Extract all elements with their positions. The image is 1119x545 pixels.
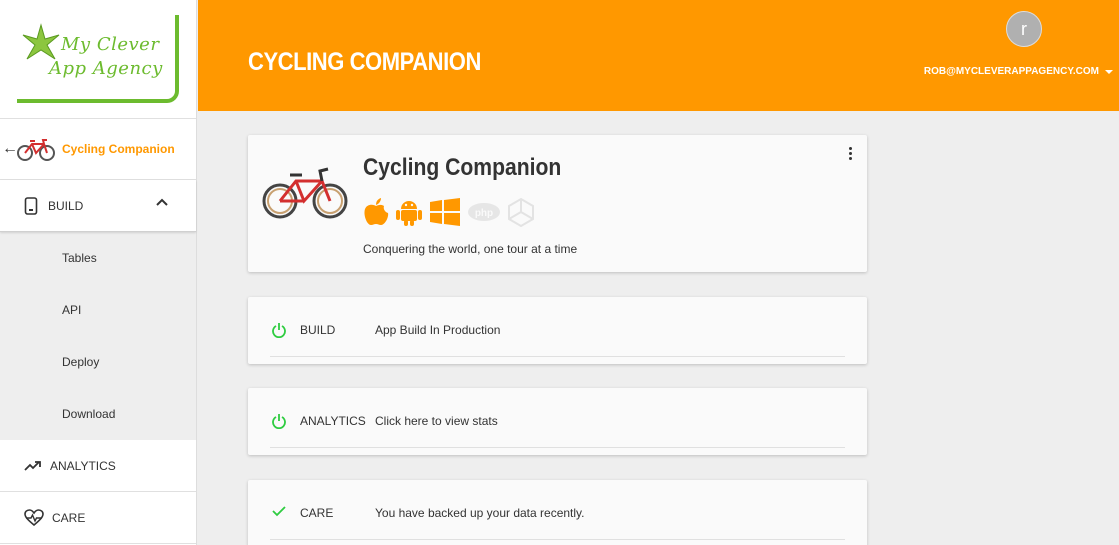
bicycle-icon	[17, 139, 55, 161]
submenu-item-api[interactable]: API	[0, 284, 196, 336]
logo-area: My Clever App Agency	[0, 0, 196, 119]
phone-icon	[24, 196, 38, 215]
nav-care-label: CARE	[52, 510, 86, 525]
platform-icons: php	[363, 197, 535, 227]
current-app-name: Cycling Companion	[62, 142, 175, 156]
check-icon	[272, 506, 286, 517]
caret-down-icon	[1105, 69, 1113, 74]
php-icon: php	[468, 203, 500, 221]
agency-logo[interactable]: My Clever App Agency	[17, 15, 179, 103]
top-header: CYCLING COMPANION r ROB@MYCLEVERAPPAGENC…	[198, 0, 1119, 111]
build-submenu: Tables API Deploy Download	[0, 232, 196, 440]
apple-icon	[364, 198, 389, 225]
power-icon	[272, 414, 286, 429]
submenu-item-deploy[interactable]: Deploy	[0, 336, 196, 388]
unity-icon	[508, 197, 534, 227]
android-icon	[396, 201, 422, 226]
status-value: App Build In Production	[375, 323, 501, 337]
user-menu[interactable]: ROB@MYCLEVERAPPAGENCY.COM	[924, 66, 1113, 77]
nav-build[interactable]: BUILD	[0, 180, 196, 232]
logo-line-2: App Agency	[49, 58, 163, 79]
windows-icon	[430, 198, 460, 226]
app-tagline: Conquering the world, one tour at a time	[363, 242, 578, 256]
divider	[270, 447, 845, 448]
svg-text:php: php	[475, 208, 493, 219]
app-info-card: Cycling Companion php Conquering the wor…	[248, 135, 867, 272]
submenu-item-download[interactable]: Download	[0, 388, 196, 440]
nav-analytics[interactable]: ANALYTICS	[0, 440, 196, 492]
sidebar: My Clever App Agency ← Cycling Companion…	[0, 0, 197, 545]
logo-text: My Clever App Agency	[49, 33, 163, 81]
divider	[270, 356, 845, 357]
nav-build-label: BUILD	[48, 198, 84, 213]
bicycle-icon	[262, 167, 348, 219]
status-card-analytics[interactable]: ANALYTICS Click here to view stats	[248, 388, 867, 455]
status-card-care[interactable]: CARE You have backed up your data recent…	[248, 480, 867, 545]
status-value: You have backed up your data recently.	[375, 506, 585, 520]
heart-pulse-icon	[24, 508, 44, 526]
avatar[interactable]: r	[1006, 11, 1042, 47]
back-arrow-icon[interactable]: ←	[2, 140, 18, 158]
app-title: Cycling Companion	[363, 154, 562, 181]
status-key: BUILD	[300, 323, 336, 337]
divider	[270, 539, 845, 540]
status-key: CARE	[300, 506, 334, 520]
page-title: CYCLING COMPANION	[248, 48, 481, 76]
view-stats-link[interactable]: Click here to view stats	[375, 414, 498, 428]
logo-line-1: My Clever	[61, 34, 160, 55]
power-icon	[272, 323, 286, 338]
nav-analytics-label: ANALYTICS	[50, 458, 116, 473]
user-email: ROB@MYCLEVERAPPAGENCY.COM	[923, 66, 1099, 77]
submenu-item-tables[interactable]: Tables	[0, 232, 196, 284]
status-key: ANALYTICS	[300, 414, 366, 428]
status-card-build[interactable]: BUILD App Build In Production	[248, 297, 867, 364]
chevron-up-icon[interactable]	[156, 198, 168, 206]
nav-care[interactable]: CARE	[0, 492, 196, 544]
more-vert-icon[interactable]	[849, 147, 853, 162]
current-app-row[interactable]: ← Cycling Companion	[0, 119, 196, 180]
trending-up-icon	[24, 460, 41, 471]
